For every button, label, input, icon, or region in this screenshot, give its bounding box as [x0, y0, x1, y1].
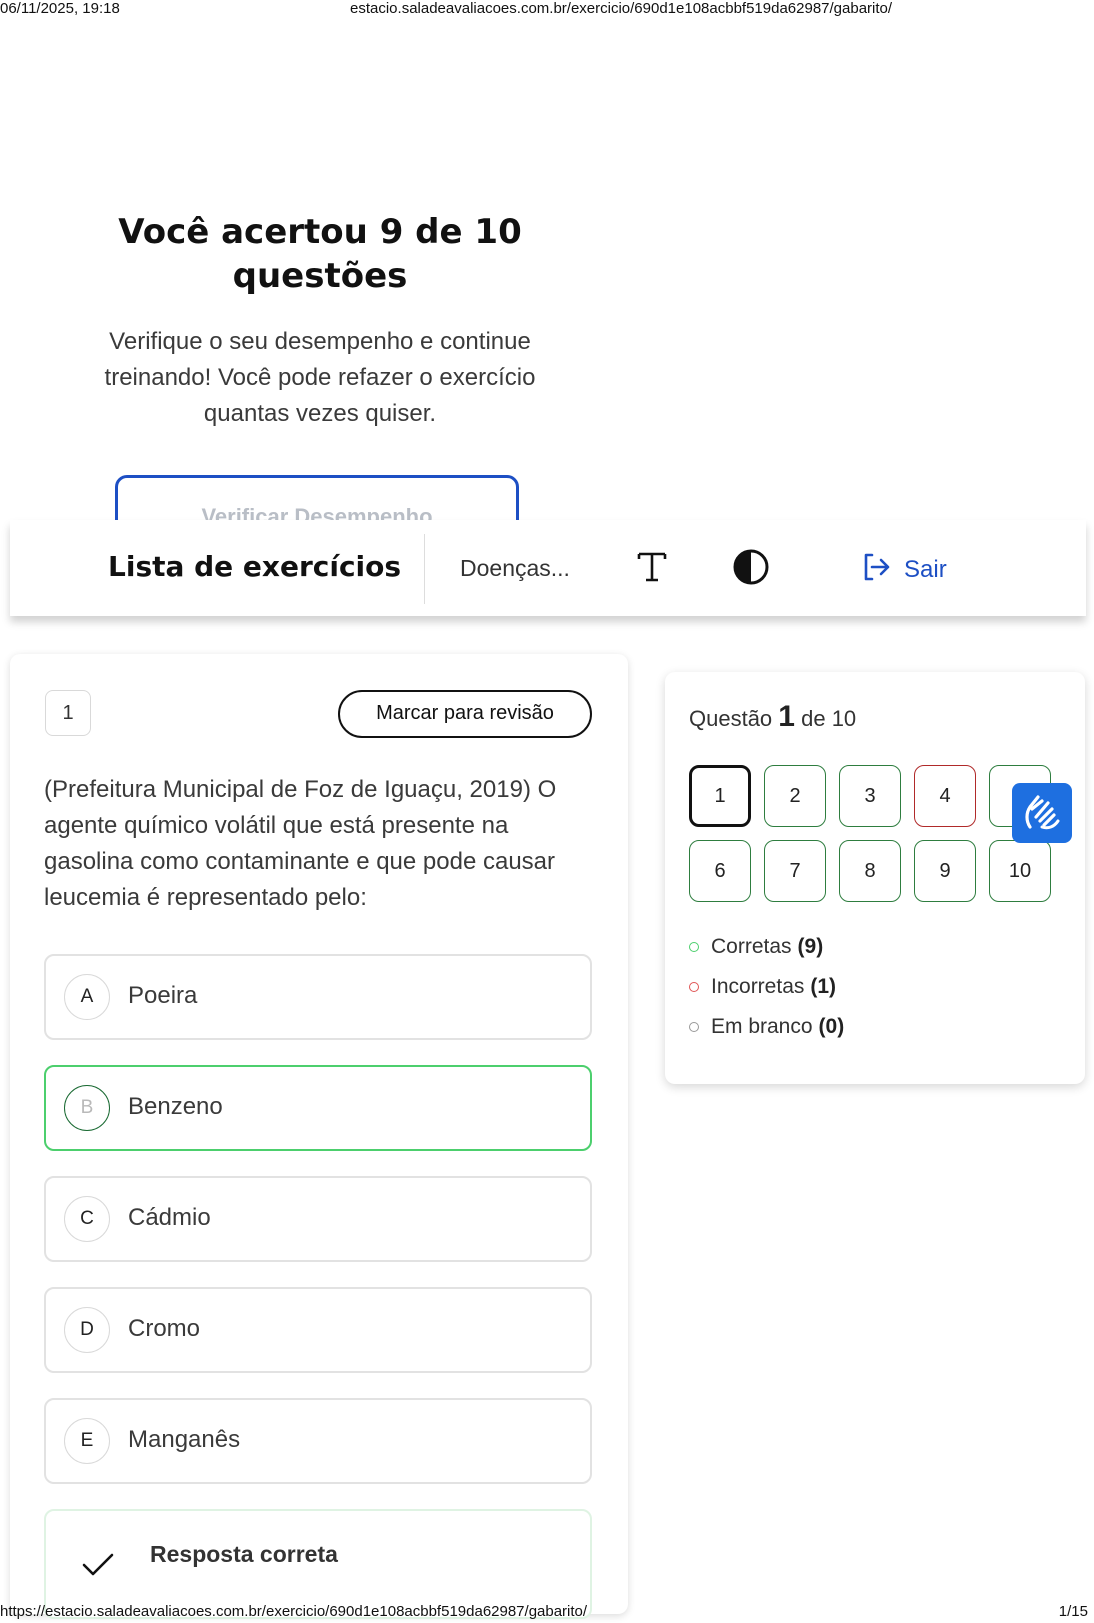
legend-label: Corretas	[711, 935, 792, 958]
question-number: 1	[45, 690, 91, 736]
navigator-title: Questão 1 de 10	[689, 700, 856, 734]
option-letter: C	[64, 1196, 110, 1242]
exit-label: Sair	[904, 556, 947, 583]
question-button-1[interactable]: 1	[689, 765, 751, 827]
legend-label: Incorretas	[711, 975, 805, 998]
result-title: Você acertou 9 de 10 questões	[118, 212, 522, 296]
question-button-8[interactable]: 8	[839, 840, 901, 902]
legend-blank: Em branco (0)	[689, 1007, 844, 1047]
option-letter: E	[64, 1418, 110, 1464]
divider	[424, 534, 425, 604]
print-page-number: 1/15	[1058, 1603, 1088, 1620]
question-button-6[interactable]: 6	[689, 840, 751, 902]
option-letter: B	[64, 1085, 110, 1131]
question-button-2[interactable]: 2	[764, 765, 826, 827]
option-letter: D	[64, 1307, 110, 1353]
option-d[interactable]: D Cromo	[44, 1287, 592, 1373]
top-bar: Lista de exercícios Doenças... Sair	[10, 520, 1086, 616]
logout-icon	[860, 551, 892, 590]
print-header: 06/11/2025, 19:18 estacio.saladeavaliaco…	[0, 0, 1094, 18]
option-c[interactable]: C Cádmio	[44, 1176, 592, 1262]
checkmark-icon	[80, 1549, 116, 1579]
print-footer-url: https://estacio.saladeavaliacoes.com.br/…	[0, 1603, 588, 1620]
mark-for-review-button[interactable]: Marcar para revisão	[338, 690, 592, 738]
subject-name[interactable]: Doenças...	[460, 555, 570, 582]
blank-dot-icon	[689, 1022, 699, 1032]
print-footer: https://estacio.saladeavaliacoes.com.br/…	[0, 1603, 1094, 1621]
feedback-title: Resposta correta	[150, 1541, 338, 1567]
option-text: Manganês	[128, 1426, 241, 1453]
result-summary: Você acertou 9 de 10 questões Verifique …	[60, 210, 580, 432]
option-text: Poeira	[128, 982, 198, 1009]
navigator-title-prefix: Questão	[689, 706, 773, 731]
question-card: 1 Marcar para revisão (Prefeitura Munici…	[10, 654, 628, 1619]
question-button-3[interactable]: 3	[839, 765, 901, 827]
contrast-icon[interactable]	[732, 548, 770, 586]
navigator-title-suffix: de 10	[801, 706, 857, 731]
incorrect-dot-icon	[689, 982, 699, 992]
legend-correct: Corretas (9)	[689, 927, 844, 967]
question-button-4[interactable]: 4	[914, 765, 976, 827]
print-datetime: 06/11/2025, 19:18	[0, 0, 120, 17]
sign-language-icon[interactable]	[1012, 783, 1072, 843]
legend-incorrect: Incorretas (1)	[689, 967, 844, 1007]
result-text: Verifique o seu desempenho e continue tr…	[104, 328, 536, 427]
option-b[interactable]: B Benzeno	[44, 1065, 592, 1151]
question-navigator: Questão 1 de 10 1 2 3 4 5 6 7 8 9 10 Cor…	[665, 672, 1085, 1084]
legend-count: (1)	[810, 975, 837, 998]
question-button-10[interactable]: 10	[989, 840, 1051, 902]
option-a[interactable]: A Poeira	[44, 954, 592, 1040]
option-text: Cádmio	[128, 1204, 211, 1231]
question-text: (Prefeitura Municipal de Foz de Iguaçu, …	[44, 776, 557, 911]
legend-count: (0)	[818, 1015, 845, 1038]
option-e[interactable]: E Manganês	[44, 1398, 592, 1484]
legend-label: Em branco	[711, 1015, 813, 1038]
option-text: Cromo	[128, 1315, 201, 1342]
current-question-number: 1	[778, 700, 795, 733]
option-letter: A	[64, 974, 110, 1020]
exit-button[interactable]: Sair	[860, 550, 947, 590]
question-button-9[interactable]: 9	[914, 840, 976, 902]
option-text: Benzeno	[128, 1093, 223, 1120]
status-legend: Corretas (9) Incorretas (1) Em branco (0…	[689, 927, 844, 1047]
exercise-list-title: Lista de exercícios	[108, 550, 402, 583]
legend-count: (9)	[797, 935, 824, 958]
text-size-icon[interactable]	[632, 546, 672, 586]
question-button-7[interactable]: 7	[764, 840, 826, 902]
print-header-url: estacio.saladeavaliacoes.com.br/exercici…	[350, 0, 893, 17]
correct-dot-icon	[689, 942, 699, 952]
